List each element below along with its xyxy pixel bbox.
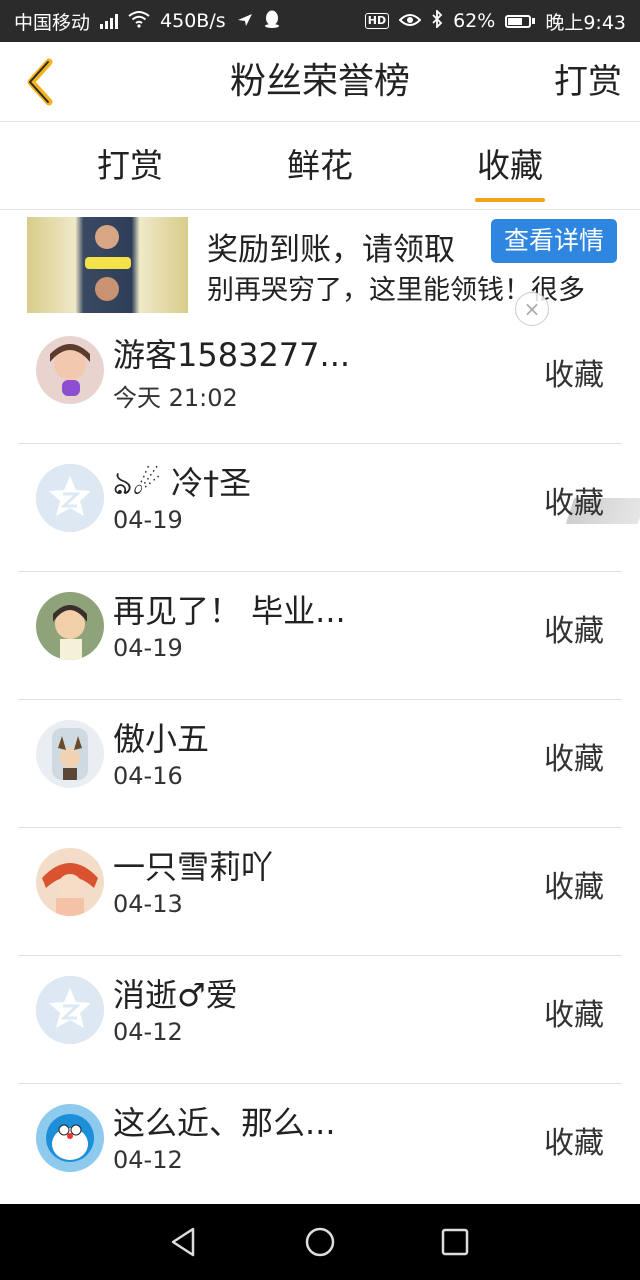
entry-type: 收藏: [544, 742, 604, 777]
tab-flowers[interactable]: 鲜花: [287, 122, 353, 210]
default-avatar-icon: [36, 464, 104, 532]
reward-button[interactable]: 打赏: [554, 42, 622, 122]
entry-time: 04-13: [113, 890, 183, 918]
avatar: [36, 1104, 104, 1172]
entry-type: 收藏: [544, 1126, 604, 1161]
network-speed: 450B/s: [160, 10, 226, 32]
clock: 晚上9:43: [545, 11, 626, 34]
ad-thumbnail: [27, 217, 188, 313]
page-title: 粉丝荣誉榜: [229, 61, 410, 102]
entry-time: 04-16: [113, 762, 183, 790]
tab-bar: 打赏 鲜花 收藏: [0, 122, 640, 210]
entry-name: 这么近、那么...: [113, 1104, 336, 1142]
entry-type: 收藏: [544, 998, 604, 1033]
carrier-label: 中国移动: [14, 11, 91, 34]
list-item[interactable]: 再见了！ 毕业... 04-19 收藏: [0, 572, 640, 700]
entry-name: ঌ☄ 冷†圣: [113, 464, 252, 502]
entry-name: 消逝♂爱: [113, 976, 238, 1014]
bluetooth-icon: [431, 8, 443, 33]
system-nav-bar: [0, 1204, 640, 1280]
ad-banner[interactable]: 奖励到账，请领取 查看详情 别再哭穷了，这里能领钱！很多 ×: [0, 210, 640, 524]
hd-badge: HD: [364, 13, 390, 29]
entry-type: 收藏: [544, 870, 604, 905]
avatar: [36, 976, 104, 1044]
system-back-button[interactable]: [165, 1224, 201, 1260]
system-home-button[interactable]: [302, 1224, 338, 1260]
avatar: [36, 720, 104, 788]
entry-name: 再见了！ 毕业...: [113, 592, 346, 630]
tab-label: 打赏: [97, 146, 163, 185]
qq-penguin-icon: [264, 10, 280, 33]
tab-label: 鲜花: [287, 146, 353, 185]
signal-icon: [100, 13, 119, 29]
entry-name: 一只雪莉吖: [113, 848, 274, 886]
entry-time: 今天 21:02: [113, 384, 238, 412]
list-item[interactable]: 消逝♂爱 04-12 收藏: [0, 956, 640, 1084]
entry-name: 游客1583277...: [113, 336, 351, 374]
ad-headline: 奖励到账，请领取: [207, 232, 455, 268]
entry-type: 收藏: [544, 486, 604, 521]
avatar: [36, 592, 104, 660]
entry-time: 04-12: [113, 1146, 183, 1174]
active-tab-indicator: [475, 198, 545, 202]
entry-name: 傲小五: [113, 720, 210, 758]
list-item[interactable]: ঌ☄ 冷†圣 04-19 收藏: [0, 444, 640, 572]
battery-percent: 62%: [453, 10, 496, 32]
entry-type: 收藏: [544, 614, 604, 649]
square-recent-icon: [441, 1228, 469, 1256]
triangle-back-icon: [171, 1227, 195, 1257]
tab-label: 收藏: [477, 146, 543, 185]
entry-time: 04-19: [113, 506, 183, 534]
list-item[interactable]: 游客1583277... 今天 21:02 收藏: [0, 316, 640, 444]
tab-favorites[interactable]: 收藏: [475, 122, 545, 210]
list-item[interactable]: 一只雪莉吖 04-13 收藏: [0, 828, 640, 956]
ad-subtext: 别再哭穷了，这里能领钱！很多: [207, 275, 585, 306]
list-item[interactable]: 这么近、那么... 04-12 收藏: [0, 1084, 640, 1212]
entry-time: 04-12: [113, 1018, 183, 1046]
entry-time: 04-19: [113, 634, 183, 662]
wifi-icon: [128, 10, 150, 33]
battery-icon: [505, 14, 536, 28]
status-bar: 中国移动 450B/s HD 62% 晚上9:43: [0, 0, 640, 42]
avatar: [36, 848, 104, 916]
circle-home-icon: [305, 1227, 335, 1257]
avatar: [36, 464, 104, 532]
system-recent-button[interactable]: [437, 1224, 473, 1260]
avatar: [36, 336, 104, 404]
entry-type: 收藏: [544, 358, 604, 393]
header-bar: 粉丝荣誉榜 打赏: [0, 42, 640, 122]
default-avatar-icon: [36, 976, 104, 1044]
back-button[interactable]: [12, 54, 68, 110]
tab-reward[interactable]: 打赏: [97, 122, 163, 210]
eye-icon: [398, 10, 422, 32]
airplane-icon: [236, 10, 254, 33]
list-item[interactable]: 傲小五 04-16 收藏: [0, 700, 640, 828]
chevron-left-icon: [27, 58, 53, 106]
ad-view-details-button[interactable]: 查看详情: [491, 219, 617, 263]
fan-list: 游客1583277... 今天 21:02 收藏 ঌ☄ 冷†圣 04-19 收藏…: [0, 316, 640, 1212]
